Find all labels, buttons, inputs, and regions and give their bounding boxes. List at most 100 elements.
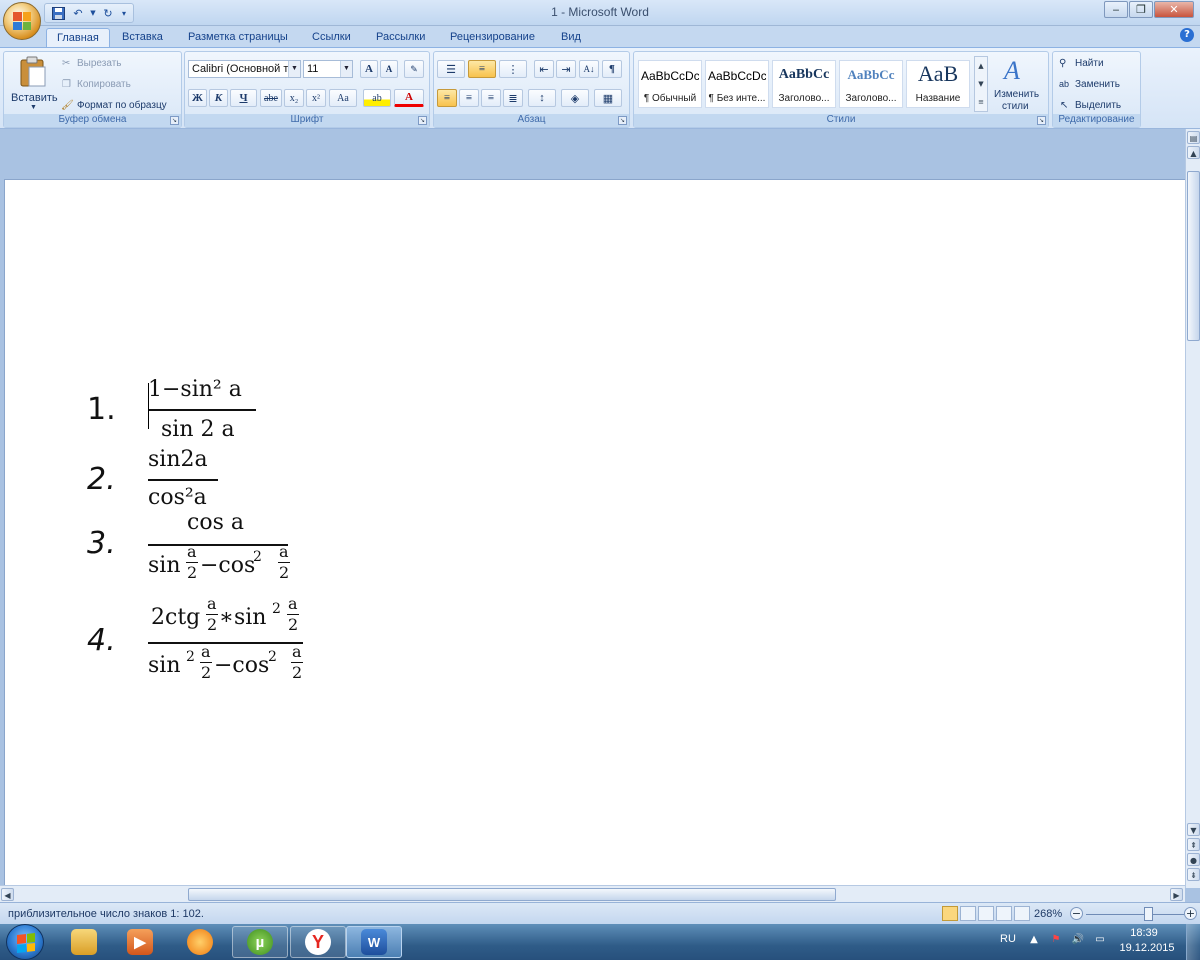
vertical-scroll-thumb[interactable] (1187, 171, 1200, 341)
show-marks-button[interactable]: ¶ (602, 60, 622, 78)
close-button[interactable]: ✕ (1154, 1, 1194, 18)
strikethrough-button[interactable]: abe (260, 89, 282, 107)
vertical-scrollbar[interactable]: ▤ ▲ ▼ ⇞ ● ⇟ (1185, 129, 1200, 888)
horizontal-scrollbar[interactable]: ◀ ▶ (0, 885, 1185, 902)
help-icon[interactable]: ? (1180, 28, 1194, 42)
change-case-button[interactable]: Aa (329, 89, 357, 107)
zoom-level[interactable]: 268% (1034, 908, 1062, 920)
decrease-indent-icon[interactable]: ⇤ (534, 60, 554, 78)
paste-button[interactable]: Вставить ▼ (7, 54, 59, 114)
font-family-select[interactable]: Calibri (Основной те ▼ (188, 60, 301, 78)
show-hidden-icons-icon[interactable]: ▲ (1027, 933, 1041, 947)
numbering-icon[interactable]: ≡ (468, 60, 496, 78)
previous-page-icon[interactable]: ⇞ (1187, 838, 1200, 851)
show-desktop-button[interactable] (1186, 924, 1200, 960)
bold-button[interactable]: Ж (188, 89, 207, 107)
editing-group-label: Редактирование (1053, 114, 1140, 127)
document-page[interactable]: 1. 1−sin² a sin 2 a 2. sin2a cos²a 3. co… (4, 179, 1185, 888)
style-title[interactable]: AaB Название (906, 60, 970, 108)
ruler-toggle-icon[interactable]: ▤ (1187, 131, 1200, 144)
taskbar-media-player[interactable]: ▶ (112, 926, 168, 958)
cut-button[interactable]: Вырезать (77, 58, 121, 69)
increase-indent-icon[interactable]: ⇥ (556, 60, 576, 78)
style-normal[interactable]: AaBbCcDc ¶ Обычный (638, 60, 702, 108)
web-layout-icon[interactable] (978, 906, 994, 921)
borders-icon[interactable]: ▦ (594, 89, 622, 107)
align-right-icon[interactable]: ≡ (481, 89, 501, 107)
highlight-button[interactable]: ab (363, 89, 391, 107)
taskbar-word[interactable]: W (346, 926, 402, 958)
superscript-button[interactable]: x² (306, 89, 326, 107)
zoom-slider-track[interactable] (1086, 914, 1184, 915)
taskbar-utorrent[interactable]: µ (232, 926, 288, 958)
font-size-select[interactable]: 11 ▼ (303, 60, 353, 78)
scroll-left-icon[interactable]: ◀ (1, 888, 14, 901)
outline-view-icon[interactable] (996, 906, 1012, 921)
scroll-right-icon[interactable]: ▶ (1170, 888, 1183, 901)
tab-mailings[interactable]: Рассылки (366, 28, 435, 47)
action-center-icon[interactable]: ▭ (1093, 933, 1107, 947)
change-styles-button[interactable]: A Изменить стили (992, 56, 1044, 114)
styles-launcher-icon[interactable]: ↘ (1037, 116, 1046, 125)
network-warning-icon[interactable]: ⚑ (1049, 933, 1063, 947)
find-button[interactable]: Найти (1075, 58, 1104, 69)
next-page-icon[interactable]: ⇟ (1187, 868, 1200, 881)
shrink-font-button[interactable]: A (380, 60, 398, 78)
font-launcher-icon[interactable]: ↘ (418, 116, 427, 125)
tab-page-layout[interactable]: Разметка страницы (178, 28, 298, 47)
style-heading-1[interactable]: AaBbCc Заголово... (772, 60, 836, 108)
style-heading-2[interactable]: AaBbCc Заголово... (839, 60, 903, 108)
grow-font-button[interactable]: A (360, 60, 378, 78)
zoom-in-icon[interactable]: + (1184, 907, 1197, 920)
tab-review[interactable]: Рецензирование (440, 28, 545, 47)
clock-time[interactable]: 18:39 (1124, 927, 1164, 939)
start-button[interactable] (6, 924, 44, 960)
volume-icon[interactable]: 🔊 (1071, 933, 1085, 947)
tab-insert[interactable]: Вставка (112, 28, 173, 47)
align-center-icon[interactable]: ≡ (459, 89, 479, 107)
bullets-icon[interactable]: ☰ (437, 60, 465, 78)
replace-button[interactable]: Заменить (1075, 79, 1120, 90)
justify-icon[interactable]: ≣ (503, 89, 523, 107)
taskbar-yandex[interactable]: Y (290, 926, 346, 958)
horizontal-scroll-thumb[interactable] (188, 888, 836, 901)
sort-icon[interactable]: A↓ (579, 60, 599, 78)
paragraph-launcher-icon[interactable]: ↘ (618, 116, 627, 125)
zoom-out-icon[interactable]: − (1070, 907, 1083, 920)
shading-icon[interactable]: ◈ (561, 89, 589, 107)
scroll-down-icon[interactable]: ▼ (1187, 823, 1200, 836)
restore-button[interactable]: ❐ (1129, 1, 1153, 18)
style-sample: AaBbCcDc (708, 69, 766, 83)
multilevel-list-icon[interactable]: ⋮ (499, 60, 527, 78)
subscript-button[interactable]: x₂ (284, 89, 304, 107)
browse-object-icon[interactable]: ● (1187, 853, 1200, 866)
underline-button[interactable]: Ч (230, 89, 257, 107)
tab-home[interactable]: Главная (46, 28, 110, 47)
tab-view[interactable]: Вид (551, 28, 591, 47)
tab-references[interactable]: Ссылки (302, 28, 361, 47)
taskbar-explorer[interactable] (56, 926, 112, 958)
full-screen-reading-icon[interactable] (960, 906, 976, 921)
clock-date[interactable]: 19.12.2015 (1119, 942, 1175, 954)
draft-view-icon[interactable] (1014, 906, 1030, 921)
line-spacing-icon[interactable]: ↕ (528, 89, 556, 107)
zoom-slider-thumb[interactable] (1144, 907, 1153, 921)
clear-format-icon[interactable]: ✎ (404, 60, 424, 78)
select-button[interactable]: Выделить (1075, 100, 1121, 111)
scroll-up-icon[interactable]: ▲ (1187, 146, 1200, 159)
character-count[interactable]: приблизительное число знаков 1: 102. (8, 908, 204, 920)
font-color-button[interactable]: A (394, 89, 424, 107)
format-painter-button[interactable]: Формат по образцу (77, 100, 167, 111)
copy-button[interactable]: Копировать (77, 79, 131, 90)
minimize-button[interactable]: ‒ (1104, 1, 1128, 18)
print-layout-icon[interactable] (942, 906, 958, 921)
office-button[interactable] (3, 2, 41, 40)
align-left-icon[interactable]: ≡ (437, 89, 457, 107)
style-no-spacing[interactable]: AaBbCcDc ¶ Без инте... (705, 60, 769, 108)
language-indicator[interactable]: RU (1000, 933, 1016, 945)
italic-button[interactable]: К (209, 89, 228, 107)
taskbar-browser[interactable] (172, 926, 228, 958)
styles-scroll[interactable]: ▲ ▼ ≡ (974, 56, 988, 112)
browser-icon (187, 929, 213, 955)
clipboard-launcher-icon[interactable]: ↘ (170, 116, 179, 125)
